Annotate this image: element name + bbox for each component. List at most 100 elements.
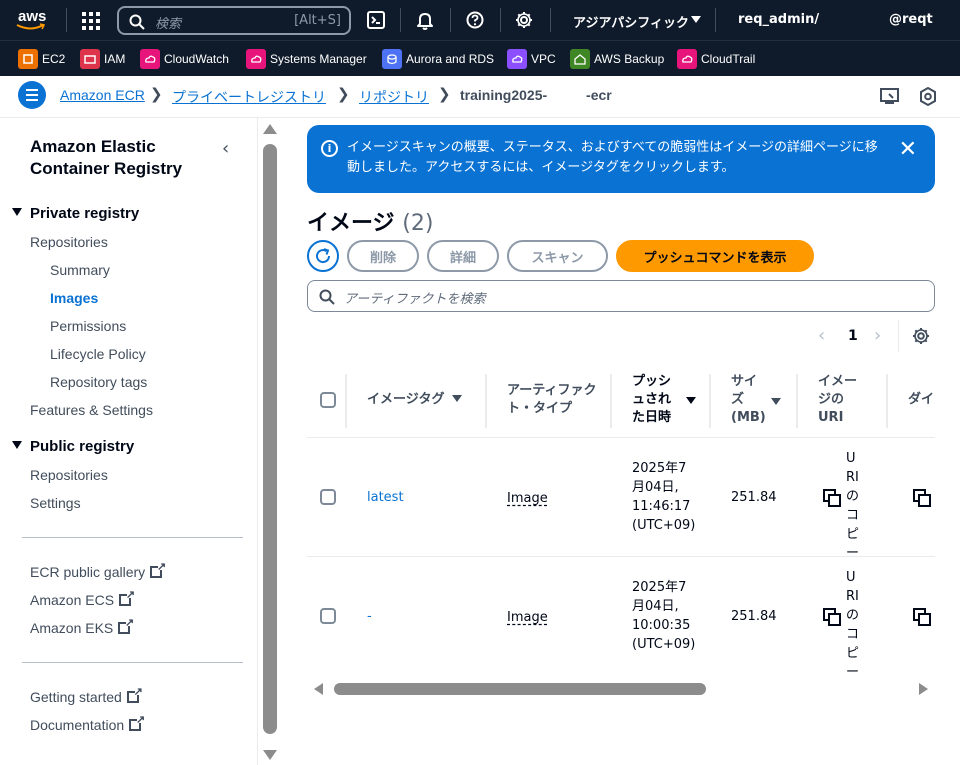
sidebar-item-lifecycle[interactable]: Lifecycle Policy <box>50 346 146 362</box>
scroll-down-arrow-icon[interactable] <box>263 750 277 760</box>
previous-page-icon[interactable]: ‹ <box>818 325 825 346</box>
fav-aws-backup[interactable]: AWS Backup <box>570 49 664 69</box>
link-amazon-ecs[interactable]: Amazon ECS <box>30 588 135 608</box>
breadcrumb-ecr[interactable]: Amazon ECR <box>60 87 145 103</box>
artifact-search-input[interactable]: アーティファクトを検索 <box>307 280 935 312</box>
rds-icon <box>382 49 402 69</box>
header-image-tag[interactable]: イメージタグ <box>367 391 463 463</box>
favorites-bar: EC2 IAM CloudWatch Systems Manager Auror… <box>0 40 960 76</box>
section-label: Public registry <box>30 438 135 455</box>
feedback-icon[interactable] <box>880 88 900 106</box>
fav-label: AWS Backup <box>594 52 665 66</box>
sidebar-item-summary[interactable]: Summary <box>50 262 110 278</box>
chevron-right-icon: ❯ <box>150 85 163 103</box>
link-getting-started[interactable]: Getting started <box>30 685 143 705</box>
link-label: Documentation <box>30 717 125 733</box>
fav-ec2[interactable]: EC2 <box>18 49 65 69</box>
refresh-button[interactable] <box>307 240 339 272</box>
link-ecr-public-gallery[interactable]: ECR public gallery <box>30 560 166 580</box>
sidebar-item-repo-tags[interactable]: Repository tags <box>50 374 147 390</box>
settings-hexagon-icon[interactable] <box>919 87 937 107</box>
sidebar-item-public-repositories[interactable]: Repositories <box>30 467 108 483</box>
services-menu-icon[interactable] <box>82 12 100 30</box>
sidebar-item-public-settings[interactable]: Settings <box>30 495 81 511</box>
cloudwatch-icon <box>140 49 160 69</box>
fav-cloudwatch[interactable]: CloudWatch <box>140 49 229 69</box>
notifications-bell-icon[interactable] <box>416 11 434 30</box>
main-content: i イメージスキャンの概要、ステータス、およびすべての脆弱性はイメージの詳細ペー… <box>282 118 960 765</box>
scroll-left-arrow-icon[interactable] <box>314 683 323 695</box>
refresh-icon <box>316 248 331 264</box>
sidebar-scrollbar[interactable] <box>262 118 278 765</box>
sidebar-item-repositories[interactable]: Repositories <box>30 234 108 250</box>
image-tag-link[interactable]: - <box>367 607 372 626</box>
sort-caret-icon[interactable] <box>771 398 781 405</box>
next-page-icon[interactable]: › <box>874 325 881 346</box>
sidebar-item-permissions[interactable]: Permissions <box>50 318 126 334</box>
artifact-type[interactable]: Image <box>507 489 548 508</box>
divider <box>898 320 899 352</box>
copy-uri-label[interactable]: URIのコピー <box>846 568 860 676</box>
region-selector[interactable]: アジアパシフィック <box>573 12 689 31</box>
row-checkbox[interactable] <box>320 489 336 505</box>
scroll-right-arrow-icon[interactable] <box>919 683 928 695</box>
table-preferences-gear-icon[interactable] <box>912 327 930 345</box>
fav-systems-manager[interactable]: Systems Manager <box>246 49 367 69</box>
close-flash-icon[interactable]: ✕ <box>899 137 917 162</box>
view-push-commands-button[interactable]: プッシュコマンドを表示 <box>616 240 814 272</box>
hamburger-menu-button[interactable] <box>18 81 46 109</box>
fav-cloudtrail[interactable]: CloudTrail <box>677 49 755 69</box>
column-divider <box>796 374 798 428</box>
scrollbar-thumb[interactable] <box>263 144 277 734</box>
image-count: (2) <box>402 211 434 236</box>
sidebar-title[interactable]: Amazon Elastic Container Registry <box>30 136 230 180</box>
header-pushed-at[interactable]: プッシュされた日時 <box>632 373 678 445</box>
page-number[interactable]: 1 <box>848 328 858 344</box>
search-input[interactable]: 検索 [Alt+S] <box>117 6 351 35</box>
fav-aurora-rds[interactable]: Aurora and RDS <box>382 49 494 69</box>
scroll-up-arrow-icon[interactable] <box>263 124 277 134</box>
scan-button[interactable]: スキャン <box>507 240 608 272</box>
link-amazon-eks[interactable]: Amazon EKS <box>30 616 134 636</box>
fav-iam[interactable]: IAM <box>80 49 125 69</box>
scrollbar-thumb[interactable] <box>334 683 706 695</box>
cloudshell-icon[interactable] <box>367 11 385 29</box>
image-tag-link[interactable]: latest <box>367 488 404 507</box>
settings-gear-icon[interactable] <box>515 11 533 29</box>
link-documentation[interactable]: Documentation <box>30 713 145 733</box>
row-checkbox[interactable] <box>320 608 336 624</box>
delete-button[interactable]: 削除 <box>347 240 419 272</box>
sidebar-item-features[interactable]: Features & Settings <box>30 402 153 418</box>
account-menu[interactable]: req_admin/ <box>738 12 819 27</box>
help-icon[interactable] <box>466 11 484 29</box>
copy-icon[interactable] <box>823 489 841 507</box>
divider <box>715 8 716 32</box>
select-all-checkbox[interactable] <box>320 392 336 408</box>
close-sidebar-icon[interactable]: ‹ <box>222 138 229 159</box>
section-private-registry[interactable]: Private registry <box>12 205 139 222</box>
sidebar-item-images[interactable]: Images <box>50 290 98 306</box>
row-divider <box>307 556 935 557</box>
table-horizontal-scrollbar[interactable] <box>312 682 932 696</box>
user-menu[interactable]: @reqt <box>889 12 933 27</box>
systems-manager-icon <box>246 49 266 69</box>
breadcrumb-repositories[interactable]: リポジトリ <box>359 87 429 107</box>
copy-icon[interactable] <box>823 608 841 626</box>
region-caret-icon[interactable] <box>691 16 701 23</box>
external-link-icon <box>150 560 166 578</box>
copy-uri-label[interactable]: URIのコピー <box>846 449 860 563</box>
sort-descending-icon[interactable] <box>686 397 696 404</box>
breadcrumb-private-registry[interactable]: プライベートレジストリ <box>172 87 326 107</box>
header-artifact-type[interactable]: アーティファクト・タイプ <box>507 382 597 454</box>
copy-digest-icon[interactable] <box>913 608 931 626</box>
aws-logo[interactable]: aws <box>14 8 48 32</box>
header-size[interactable]: サイズ (MB) <box>731 373 767 445</box>
fav-vpc[interactable]: VPC <box>507 49 556 69</box>
section-public-registry[interactable]: Public registry <box>12 438 134 455</box>
artifact-type[interactable]: Image <box>507 608 548 627</box>
column-divider <box>345 374 347 428</box>
details-button[interactable]: 詳細 <box>427 240 499 272</box>
flash-message: イメージスキャンの概要、ステータス、およびすべての脆弱性はイメージの詳細ページに… <box>347 140 878 175</box>
breadcrumb-bar: Amazon ECR ❯ プライベートレジストリ ❯ リポジトリ ❯ train… <box>0 76 960 118</box>
copy-digest-icon[interactable] <box>913 489 931 507</box>
